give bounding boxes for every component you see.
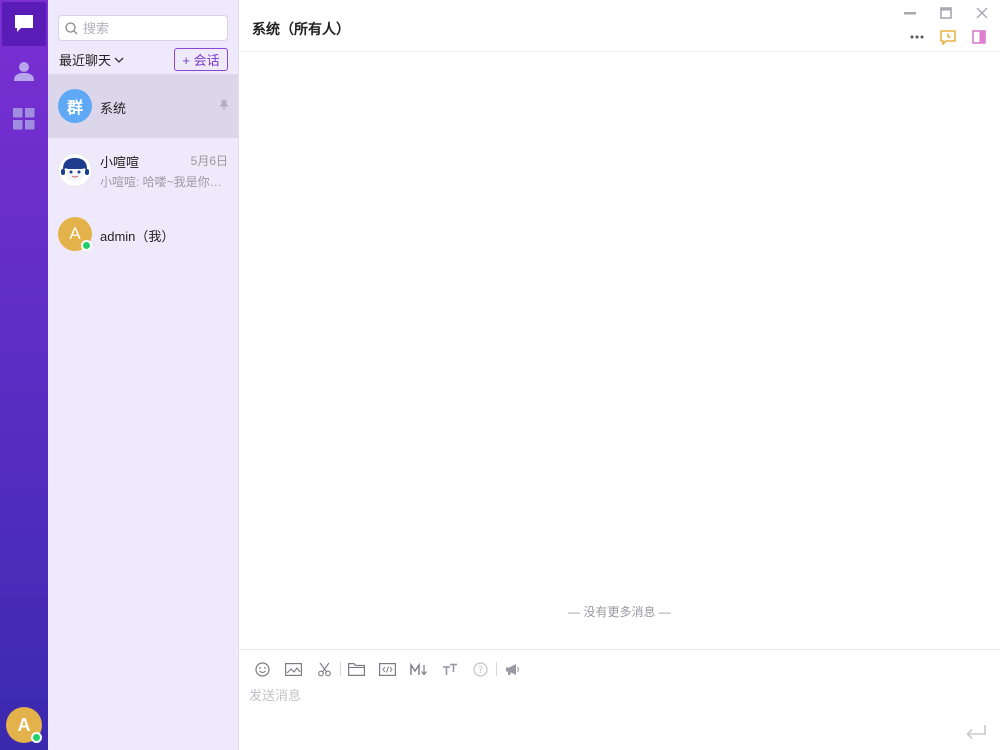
search-icon: [65, 21, 78, 34]
scissors-icon: [318, 662, 331, 676]
conversation-name: 小喧喧: [100, 155, 140, 170]
image-button[interactable]: [278, 659, 309, 679]
send-button[interactable]: [963, 722, 989, 742]
image-icon: [285, 662, 302, 676]
online-status-dot: [81, 240, 92, 251]
new-conversation-button[interactable]: + 会话: [174, 48, 228, 71]
composer-toolbar: ?: [247, 659, 528, 679]
group-avatar: 群: [58, 89, 92, 123]
sidebar-toggle-button[interactable]: [969, 28, 989, 46]
conversation-date: 5月6日: [190, 154, 228, 168]
bot-avatar: [58, 153, 92, 187]
search-box[interactable]: [58, 15, 228, 41]
pin-icon: [220, 100, 228, 110]
group-avatar-text: 群: [66, 100, 83, 117]
more-icon: [910, 35, 924, 39]
apps-icon: [13, 108, 35, 130]
close-icon: [976, 7, 988, 19]
composer-divider: [239, 649, 1000, 650]
chat-panel: 系统（所有人） — 没有更多消息 — ? 发送消息: [239, 0, 1000, 750]
chat-title: 系统（所有人）: [252, 21, 350, 37]
conversation-item-xiaoxuanxuan[interactable]: 小喧喧 5月6日 小喧喧: 哈喽~我是你的小助手: [48, 138, 238, 202]
recent-chats-dropdown[interactable]: 最近聊天: [59, 50, 124, 69]
chat-icon: [15, 15, 33, 32]
svg-text:?: ?: [478, 665, 483, 676]
conversation-name: admin（我）: [100, 229, 175, 244]
conversation-item-system[interactable]: 群 系统: [48, 74, 238, 138]
recent-chats-label: 最近聊天: [59, 53, 112, 68]
broadcast-button[interactable]: [497, 659, 528, 679]
header-divider: [239, 51, 1000, 52]
emoji-button[interactable]: [247, 659, 278, 679]
maximize-icon: [940, 7, 952, 19]
minimize-icon: [904, 12, 916, 15]
no-more-messages-label: — 没有更多消息 —: [568, 605, 671, 619]
close-button[interactable]: [971, 4, 993, 22]
nav-chat-button[interactable]: [2, 2, 46, 46]
history-icon: [940, 29, 956, 45]
emoji-icon: [255, 661, 270, 677]
contacts-icon: [14, 62, 34, 81]
nav-rail: A: [0, 0, 48, 750]
sidebar-toggle-icon: [972, 30, 986, 44]
help-icon: ?: [473, 661, 488, 677]
admin-avatar-text: A: [69, 224, 81, 243]
history-button[interactable]: [938, 28, 958, 46]
markdown-icon: [409, 662, 427, 675]
code-button[interactable]: [372, 659, 403, 679]
maximize-button[interactable]: [935, 4, 957, 22]
markdown-button[interactable]: [403, 659, 434, 679]
text-size-button[interactable]: [434, 659, 465, 679]
message-input[interactable]: [249, 685, 949, 715]
chevron-down-icon: [114, 57, 124, 63]
nav-contacts-button[interactable]: [2, 49, 46, 93]
conversation-name: 系统: [100, 101, 127, 116]
user-avatar-letter: A: [17, 714, 31, 735]
screenshot-button[interactable]: [309, 659, 340, 679]
conversation-preview: 小喧喧: 哈喽~我是你的小助手: [100, 175, 226, 189]
online-status-dot: [31, 732, 42, 743]
conversation-item-admin[interactable]: A admin（我）: [48, 202, 238, 266]
nav-apps-button[interactable]: [2, 97, 46, 141]
megaphone-icon: [505, 663, 519, 675]
text-size-icon: [442, 663, 457, 675]
enter-icon: [966, 725, 986, 740]
robot-face-icon: [61, 158, 89, 181]
code-icon: [379, 662, 396, 676]
user-avatar[interactable]: A: [6, 707, 42, 743]
conversation-list-panel: 最近聊天 + 会话 群 系统 小喧喧: [48, 0, 239, 750]
help-button[interactable]: ?: [465, 659, 496, 679]
folder-icon: [348, 662, 365, 676]
search-input[interactable]: [83, 20, 213, 36]
more-options-button[interactable]: [907, 28, 927, 46]
file-button[interactable]: [341, 659, 372, 679]
minimize-button[interactable]: [899, 4, 921, 22]
